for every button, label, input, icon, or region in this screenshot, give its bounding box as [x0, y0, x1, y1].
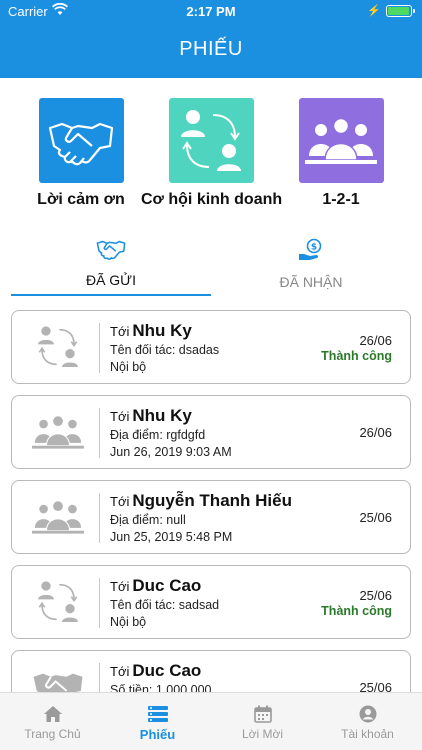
page-title: PHIẾU — [179, 38, 243, 60]
to-label: Tới — [110, 324, 130, 339]
detail-line: Jun 25, 2019 5:48 PM — [110, 530, 233, 544]
header: Carrier 2:17 PM ⚡ PHIẾU — [0, 0, 422, 78]
clock: 2:17 PM — [186, 4, 236, 19]
nav-invitations[interactable]: Lời Mời — [210, 693, 315, 750]
recipient-name: Duc Cao — [132, 661, 202, 680]
tab-sent[interactable]: ĐÃ GỬI — [11, 238, 211, 296]
home-icon — [43, 706, 62, 722]
category-label: Lời cảm ơn — [37, 191, 125, 208]
nav-label: Trang Chủ — [24, 727, 81, 741]
detail-line: Nội bộ — [110, 360, 147, 374]
exchange-people-icon — [38, 326, 78, 367]
nav-label: Phiếu — [139, 727, 176, 742]
divider — [99, 663, 100, 692]
status-badge: Thành công — [321, 349, 392, 363]
recipient-name: Nguyễn Thanh Hiếu — [132, 491, 292, 510]
detail-line: Jun 26, 2019 9:03 AM — [110, 445, 232, 459]
battery-icon — [386, 5, 415, 17]
charging-icon: ⚡ — [367, 5, 381, 17]
recipient-name: Nhu Ky — [132, 406, 192, 425]
status-bar: Carrier 2:17 PM ⚡ — [0, 0, 422, 22]
category-thanks[interactable]: Lời cảm ơn — [11, 98, 151, 209]
ticket-list[interactable]: Tới Nhu Ky Tên đối tác: dsadas Nội bộ 26/… — [0, 310, 422, 692]
tab-label: ĐÃ NHẬN — [279, 274, 343, 290]
to-label: Tới — [110, 664, 130, 679]
svg-text:$: $ — [311, 243, 317, 253]
to-label: Tới — [110, 409, 130, 424]
category-one-to-one[interactable]: 1-2-1 — [271, 98, 411, 209]
money-hand-icon: $ — [299, 238, 322, 260]
nav-tickets[interactable]: Phiếu — [105, 693, 210, 750]
handshake-icon — [48, 122, 114, 165]
bottom-nav: Trang Chủ Phiếu Lời Mời Tài khoản — [0, 692, 422, 750]
list-item[interactable]: Tới Duc Cao Số tiền: 1.000.000 25/06 — [11, 650, 411, 692]
detail-line: Địa điểm: null — [110, 513, 186, 527]
group-icon — [32, 500, 84, 534]
handshake-icon — [33, 673, 83, 692]
detail-line: Tên đối tác: sadsad — [110, 598, 220, 612]
category-label: Cơ hội kinh doanh — [141, 191, 283, 208]
exchange-people-icon — [38, 581, 78, 622]
exchange-people-icon — [181, 109, 241, 171]
tab-label: ĐÃ GỬI — [85, 272, 137, 288]
divider — [99, 323, 100, 373]
calendar-icon — [253, 705, 272, 723]
date-label: 25/06 — [359, 680, 392, 692]
detail-line: Nội bộ — [110, 615, 147, 629]
nav-label: Tài khoản — [341, 727, 394, 741]
recipient-name: Duc Cao — [132, 576, 202, 595]
group-icon — [305, 117, 377, 164]
list-item[interactable]: Tới Nhu Ky Tên đối tác: dsadas Nội bộ 26/… — [11, 310, 411, 384]
to-label: Tới — [110, 494, 130, 509]
date-label: 26/06 — [359, 425, 392, 440]
to-label: Tới — [110, 579, 130, 594]
list-item[interactable]: Tới Nhu Ky Địa điểm: rgfdgfd Jun 26, 2019… — [11, 395, 411, 469]
date-label: 25/06 — [359, 588, 392, 603]
divider — [99, 578, 100, 628]
tab-received[interactable]: $ ĐÃ NHẬN — [211, 238, 411, 296]
divider — [99, 493, 100, 543]
recipient-name: Nhu Ky — [132, 321, 192, 340]
nav-home[interactable]: Trang Chủ — [0, 693, 105, 750]
list-icon — [147, 706, 168, 722]
list-item[interactable]: Tới Duc Cao Tên đối tác: sadsad Nội bộ 25… — [11, 565, 411, 639]
nav-label: Lời Mời — [241, 727, 284, 741]
account-icon — [359, 705, 376, 723]
divider — [99, 408, 100, 458]
detail-line: Số tiền: 1.000.000 — [110, 683, 212, 692]
category-label: 1-2-1 — [322, 191, 360, 208]
date-label: 25/06 — [359, 510, 392, 525]
detail-line: Tên đối tác: dsadas — [110, 343, 220, 357]
category-business-opportunity[interactable]: Cơ hội kinh doanh — [141, 98, 283, 209]
detail-line: Địa điểm: rgfdgfd — [110, 428, 206, 442]
handshake-icon — [96, 240, 126, 260]
date-label: 26/06 — [359, 333, 392, 348]
list-item[interactable]: Tới Nguyễn Thanh Hiếu Địa điểm: null Jun … — [11, 480, 411, 554]
nav-account[interactable]: Tài khoản — [315, 693, 420, 750]
status-badge: Thành công — [321, 604, 392, 618]
group-icon — [32, 415, 84, 449]
